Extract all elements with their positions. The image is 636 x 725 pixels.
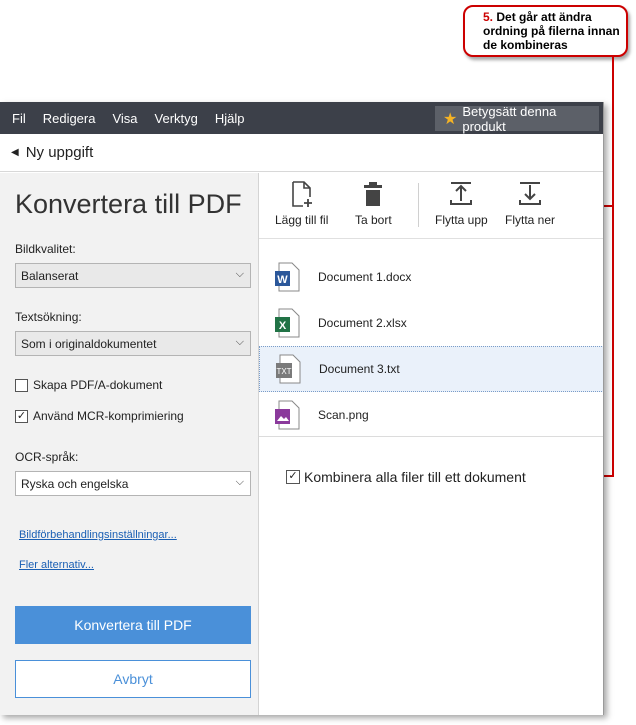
file-toolbar: Lägg till fil Ta bort Flytta upp Flytta … — [259, 173, 603, 239]
star-icon: ★ — [443, 110, 458, 128]
text-search-select[interactable]: Som i originaldokumentet ⌵ — [15, 331, 251, 356]
move-up-icon — [450, 182, 473, 205]
remove-button[interactable]: Ta bort — [355, 181, 392, 227]
word-file-icon: W — [275, 262, 300, 292]
callout-connector — [612, 57, 614, 477]
add-file-label: Lägg till fil — [275, 213, 329, 227]
page-title: Konvertera till PDF — [15, 189, 242, 219]
callout-text: Det går att ändra ordning på filerna inn… — [483, 10, 620, 52]
rate-product-button[interactable]: ★ Betygsätt denna produkt — [435, 103, 599, 134]
task-title: Ny uppgift — [25, 144, 94, 161]
file-name: Document 2.xlsx — [318, 316, 407, 330]
file-name: Document 3.txt — [319, 362, 400, 376]
menu-visa[interactable]: Visa — [112, 111, 137, 126]
trash-icon — [364, 182, 383, 206]
convert-to-pdf-button[interactable]: Konvertera till PDF — [15, 606, 251, 644]
chevron-down-icon: ⌵ — [235, 268, 244, 280]
svg-text:TXT: TXT — [276, 367, 291, 376]
file-row-selected[interactable]: TXT Document 3.txt — [259, 346, 603, 392]
move-down-icon — [519, 182, 541, 205]
chevron-down-icon: ⌵ — [235, 476, 244, 488]
txt-file-icon: TXT — [276, 354, 301, 384]
image-quality-label: Bildkvalitet: — [15, 242, 76, 256]
callout-number: 5. — [483, 10, 494, 24]
remove-label: Ta bort — [355, 213, 392, 227]
pdfa-label: Skapa PDF/A-dokument — [33, 378, 163, 392]
chevron-down-icon: ⌵ — [235, 336, 244, 348]
combine-checkbox[interactable]: ✓ — [286, 470, 300, 484]
file-name: Scan.png — [318, 408, 369, 422]
move-down-button[interactable]: Flytta ner — [505, 181, 555, 227]
combine-label: Kombinera alla filer till ett dokument — [304, 469, 526, 485]
svg-text:X: X — [279, 320, 287, 332]
file-row[interactable]: W Document 1.docx — [259, 254, 603, 300]
cancel-button[interactable]: Avbryt — [15, 660, 251, 698]
pdfa-checkbox[interactable] — [15, 378, 28, 392]
mrc-checkbox-row[interactable]: ✓ Använd MCR-komprimiering — [15, 409, 184, 423]
ocr-language-value: Ryska och engelska — [21, 476, 129, 491]
preprocessing-settings-link[interactable]: Bildförbehandlingsinställningar... — [19, 529, 177, 541]
move-up-label: Flytta upp — [435, 213, 488, 227]
list-divider — [259, 436, 603, 437]
menu-redigera[interactable]: Redigera — [43, 111, 96, 126]
text-search-value: Som i originaldokumentet — [21, 336, 157, 351]
image-quality-select[interactable]: Balanserat ⌵ — [15, 263, 251, 288]
file-panel: Lägg till fil Ta bort Flytta upp Flytta … — [259, 173, 603, 715]
text-search-label: Textsökning: — [15, 310, 82, 324]
callout-note: 5. Det går att ändra ordning på filerna … — [463, 5, 628, 57]
add-file-button[interactable]: Lägg till fil — [275, 181, 328, 227]
combine-checkbox-row[interactable]: ✓ Kombinera alla filer till ett dokument — [286, 469, 526, 485]
task-header: ◀ Ny uppgift — [0, 134, 603, 172]
ocr-language-label: OCR-språk: — [15, 450, 79, 464]
file-name: Document 1.docx — [318, 270, 412, 284]
menu-hjalp[interactable]: Hjälp — [215, 111, 245, 126]
menu-bar: Fil Redigera Visa Verktyg Hjälp ★ Betygs… — [0, 102, 603, 134]
mrc-checkbox[interactable]: ✓ — [15, 409, 28, 423]
settings-panel: Konvertera till PDF Bildkvalitet: Balans… — [0, 173, 259, 715]
image-file-icon — [275, 400, 300, 430]
excel-file-icon: X — [275, 308, 300, 338]
menu-verktyg[interactable]: Verktyg — [155, 111, 198, 126]
toolbar-divider — [418, 183, 419, 227]
move-down-label: Flytta ner — [505, 213, 556, 227]
svg-text:W: W — [277, 274, 288, 286]
more-options-link[interactable]: Fler alternativ... — [19, 559, 94, 571]
ocr-language-select[interactable]: Ryska och engelska ⌵ — [15, 471, 251, 496]
menu-fil[interactable]: Fil — [12, 111, 26, 126]
mrc-label: Använd MCR-komprimiering — [33, 409, 184, 423]
app-window: Fil Redigera Visa Verktyg Hjälp ★ Betygs… — [0, 102, 604, 715]
file-row[interactable]: Scan.png — [259, 392, 603, 438]
pdfa-checkbox-row[interactable]: Skapa PDF/A-dokument — [15, 378, 162, 392]
add-file-icon — [291, 181, 312, 207]
file-row[interactable]: X Document 2.xlsx — [259, 300, 603, 346]
back-arrow-icon[interactable]: ◀ — [11, 147, 19, 158]
image-quality-value: Balanserat — [21, 268, 79, 283]
rate-product-label: Betygsätt denna produkt — [462, 103, 557, 134]
move-up-button[interactable]: Flytta upp — [435, 181, 488, 227]
